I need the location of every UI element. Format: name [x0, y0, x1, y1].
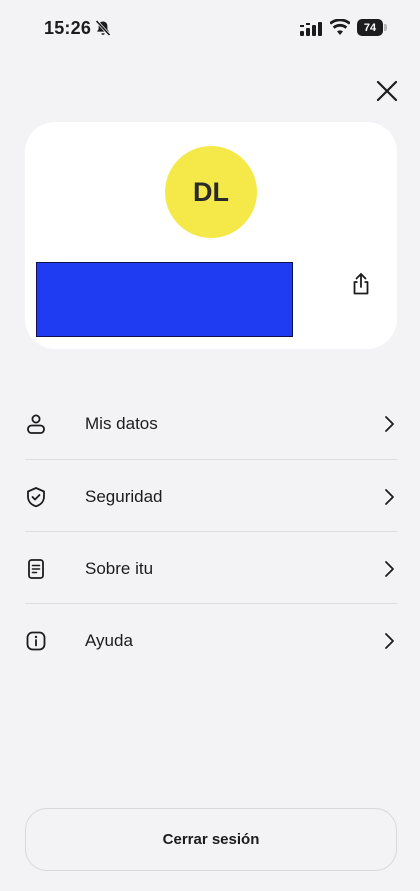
menu-item-ayuda[interactable]: Ayuda	[25, 603, 397, 675]
menu-item-mis-datos[interactable]: Mis datos	[25, 387, 397, 459]
menu-item-label: Ayuda	[85, 631, 133, 650]
info-icon	[25, 630, 47, 652]
share-icon	[353, 273, 369, 295]
battery-tip	[384, 24, 387, 31]
close-button[interactable]	[372, 76, 402, 106]
avatar: DL	[165, 146, 257, 238]
redacted-user-info	[36, 262, 293, 337]
chevron-right-icon	[383, 560, 395, 578]
status-bar: 15:26 74	[0, 0, 420, 58]
chevron-right-icon	[383, 415, 395, 433]
share-button[interactable]	[350, 272, 372, 296]
document-icon	[25, 558, 47, 580]
chevron-right-icon	[383, 488, 395, 506]
user-icon	[25, 413, 47, 435]
shield-check-icon	[25, 486, 47, 508]
bell-slash-icon	[94, 19, 112, 37]
menu-item-label: Seguridad	[85, 487, 163, 506]
wifi-icon	[329, 18, 351, 36]
menu-item-label: Sobre itu	[85, 559, 154, 578]
status-time: 15:26	[44, 18, 92, 38]
battery-level: 74	[357, 19, 383, 36]
menu-item-seguridad[interactable]: Seguridad	[25, 459, 397, 531]
close-icon	[376, 80, 398, 102]
menu-item-sobre-itu[interactable]: Sobre itu	[25, 531, 397, 603]
battery-icon: 74	[357, 19, 387, 36]
settings-menu: Mis datos Seguridad Sobre itu Ayuda	[25, 387, 397, 675]
menu-item-label: Mis datos	[85, 414, 158, 433]
profile-card: DL	[25, 122, 397, 349]
signal-icon	[300, 22, 324, 36]
logout-button[interactable]: Cerrar sesión	[25, 808, 397, 871]
chevron-right-icon	[383, 632, 395, 650]
